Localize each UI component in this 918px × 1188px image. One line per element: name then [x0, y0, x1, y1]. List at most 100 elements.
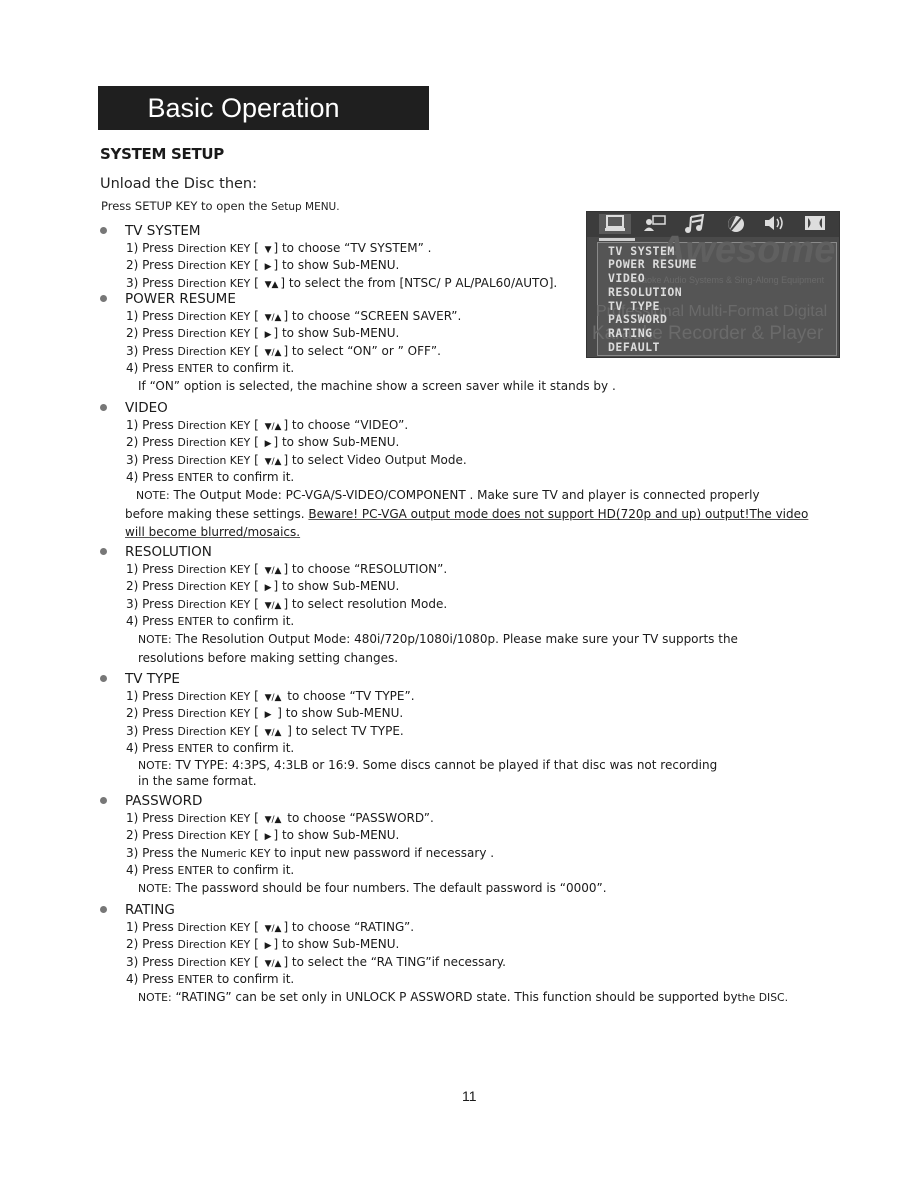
step-text: [ [250, 723, 263, 738]
step-text: 4) Press [126, 740, 178, 755]
intro-line: Unload the Disc then: [100, 176, 258, 192]
step-text: [ [250, 452, 263, 467]
step-item: 4) Press ENTER to confirm it. [100, 469, 808, 486]
key-name: ENTER [177, 361, 214, 375]
step-text: 3) Press the [126, 845, 202, 860]
step-item: 3) Press the Numeric KEY to input new pa… [100, 845, 607, 862]
menu-label: Setup MENU. [271, 201, 340, 213]
step-text: [ [250, 811, 263, 825]
bullet-icon [100, 675, 107, 682]
bullet-icon [100, 548, 107, 555]
section-tv-type: TV TYPE 1) Press Direction KEY [ ▼/▲ to … [100, 670, 717, 788]
note-label: NOTE: [138, 882, 172, 896]
step-text: ] to select “ON” or ” OFF”. [283, 343, 441, 358]
step-item: 3) Press Direction KEY [ ▼/▲] to select … [100, 596, 738, 613]
step-text: 3) Press [126, 954, 178, 969]
step-item: 2) Press Direction KEY [ ▶] to show Sub-… [100, 257, 557, 274]
key-name: ENTER [177, 972, 214, 986]
step-text: to confirm it. [213, 740, 295, 755]
key-name: Direction KEY [177, 724, 251, 738]
arrow-key-icon: ▶ [264, 941, 272, 952]
section-header: TV TYPE [100, 670, 717, 688]
step-item: 1) Press Direction KEY [ ▼] to choose “T… [100, 240, 557, 257]
step-text: [ [250, 343, 263, 358]
step-text: [ [250, 954, 263, 969]
key-name: ENTER [177, 741, 214, 755]
step-item: 3) Press Direction KEY [ ▼/▲ ] to select… [100, 723, 717, 740]
osd-menu-item: TV TYPE [608, 299, 660, 313]
step-text: to confirm it. [213, 360, 295, 375]
step-list: 1) Press Direction KEY [ ▼/▲] to choose … [100, 308, 616, 377]
step-text: ] to select the “RA TING”if necessary. [283, 954, 506, 969]
step-item: 4) Press ENTER to confirm it. [100, 613, 738, 630]
step-item: 2) Press Direction KEY [ ▶] to show Sub-… [100, 827, 607, 844]
osd-menu-item: PASSWORD [608, 312, 668, 326]
key-name: Direction KEY [177, 310, 251, 323]
section-resolution: RESOLUTION 1) Press Direction KEY [ ▼/▲]… [100, 543, 738, 667]
step-text: 4) Press [126, 862, 178, 877]
step-text: [ [250, 326, 263, 341]
bullet-icon [100, 227, 107, 234]
step-text: ] to choose “VIDEO”. [283, 418, 409, 432]
step-item: 2) Press Direction KEY [ ▶] to show Sub-… [100, 936, 788, 953]
step-text: 1) Press [126, 689, 178, 703]
note-text: “RATING” can be set only in UNLOCK P ASS… [171, 990, 738, 1005]
step-text: 2) Press [126, 828, 178, 843]
section-note: resolutions before making setting change… [138, 651, 399, 666]
step-text: to confirm it. [213, 971, 295, 986]
step-text: [ [250, 596, 263, 611]
osd-menu-item: DEFAULT [608, 340, 660, 354]
step-text: [ [250, 689, 263, 703]
step-text: to confirm it. [213, 862, 295, 877]
key-name: Direction KEY [177, 580, 251, 594]
key-name: Direction KEY [177, 955, 251, 969]
key-name: Direction KEY [177, 921, 251, 934]
section-power-resume: POWER RESUME 1) Press Direction KEY [ ▼/… [100, 290, 616, 395]
arrow-key-icon: ▶ [264, 330, 272, 341]
arrow-key-icon: ▶ [264, 439, 272, 450]
step-item: 1) Press Direction KEY [ ▼/▲] to choose … [100, 561, 738, 578]
step-text: ] to choose “SCREEN SAVER”. [283, 309, 462, 323]
section-header: RATING [100, 901, 788, 919]
key-name: Direction KEY [177, 812, 251, 825]
step-text: [ [250, 418, 263, 432]
note-text: TV TYPE: 4:3PS, 4:3LB or 16:9. Some disc… [171, 758, 718, 773]
step-item: 3) Press Direction KEY [ ▼/▲] to select … [100, 343, 616, 360]
key-name: Direction KEY [177, 276, 251, 290]
section-tv-system: TV SYSTEM 1) Press Direction KEY [ ▼] to… [100, 222, 557, 292]
step-text: to choose “TV TYPE”. [283, 689, 415, 703]
step-text: 1) Press [126, 920, 178, 934]
step-text: to choose “PASSWORD”. [283, 811, 434, 825]
intro-instruction: Press SETUP KEY to open the Setup MENU. [101, 199, 340, 213]
step-text: 4) Press [126, 971, 178, 986]
banner-title: Basic Operation [147, 93, 340, 123]
active-tab-indicator [599, 238, 635, 241]
step-text: 2) Press [126, 326, 178, 341]
step-text: ] to show Sub-MENU. [273, 828, 400, 843]
step-item: 1) Press Direction KEY [ ▼/▲ to choose “… [100, 688, 717, 705]
step-item: 2) Press Direction KEY [ ▶] to show Sub-… [100, 434, 808, 451]
step-text: [ [250, 562, 263, 576]
step-list: 1) Press Direction KEY [ ▼/▲] to choose … [100, 919, 788, 988]
bullet-icon [100, 797, 107, 804]
step-text: [ [250, 579, 263, 594]
note-text: The password should be four numbers. The… [171, 881, 607, 896]
arrow-key-icon: ▶ [264, 583, 272, 594]
step-text: [ [250, 706, 263, 721]
step-list: 1) Press Direction KEY [ ▼/▲] to choose … [100, 417, 808, 486]
key-name: ENTER [177, 863, 214, 877]
step-text: ] to show Sub-MENU. [273, 579, 400, 594]
step-text: 4) Press [126, 613, 178, 628]
step-text: to input new password if necessary . [270, 845, 495, 860]
step-text: 1) Press [126, 241, 178, 255]
step-text: ] to select TV TYPE. [283, 723, 404, 738]
step-text: 4) Press [126, 469, 178, 484]
step-text: [ [250, 435, 263, 450]
warning-text: Beware! PC-VGA output mode does not supp… [308, 507, 809, 522]
section-rating: RATING 1) Press Direction KEY [ ▼/▲] to … [100, 901, 788, 1007]
section-title: PASSWORD [125, 793, 203, 809]
step-item: 4) Press ENTER to confirm it. [100, 740, 717, 757]
step-text: to confirm it. [213, 469, 295, 484]
step-item: 2) Press Direction KEY [ ▶] to show Sub-… [100, 325, 616, 342]
step-item: 3) Press Direction KEY [ ▼/▲] to select … [100, 452, 808, 469]
